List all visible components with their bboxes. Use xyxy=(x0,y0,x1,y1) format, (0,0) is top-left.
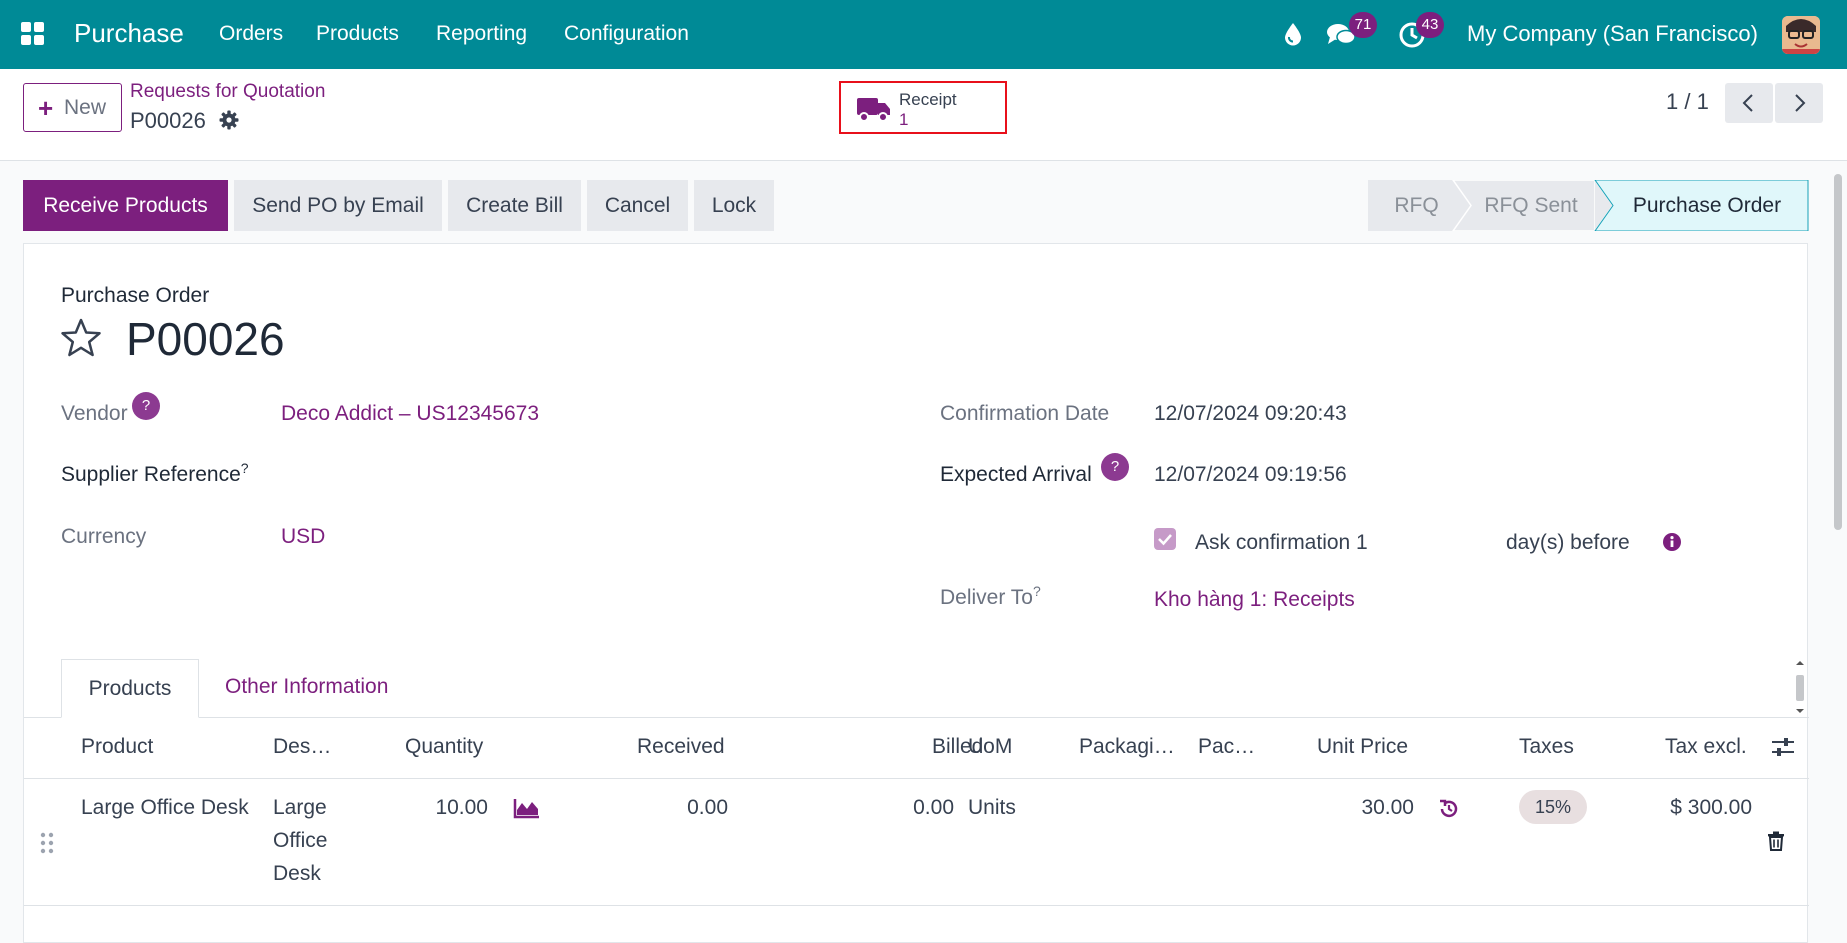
form-sheet: Purchase Order P00026 Vendor ? Deco Addi… xyxy=(23,243,1809,943)
smart-button-value: 1 xyxy=(899,110,909,129)
tab-products[interactable]: Products xyxy=(61,659,199,718)
truck-icon xyxy=(857,98,890,122)
deliver-to-label: Deliver To? xyxy=(940,583,1041,609)
row-product[interactable]: Large Office Desk xyxy=(81,796,249,820)
ask-confirmation-checkbox[interactable] xyxy=(1154,528,1176,550)
expected-arrival-help-icon[interactable]: ? xyxy=(1101,453,1129,481)
column-uom[interactable]: UoM xyxy=(968,735,1012,759)
send-po-email-button[interactable]: Send PO by Email xyxy=(234,180,442,231)
receive-products-button[interactable]: Receive Products xyxy=(23,180,228,231)
deliver-to-help[interactable]: ? xyxy=(1033,583,1041,599)
chevron-left-icon xyxy=(1742,94,1753,112)
supplier-reference-help[interactable]: ? xyxy=(241,460,249,476)
stage-purchase-order[interactable]: Purchase Order xyxy=(1613,194,1801,218)
record-name: P00026 xyxy=(126,313,285,365)
menu-orders[interactable]: Orders xyxy=(219,22,283,46)
row-received[interactable]: 0.00 xyxy=(624,796,728,820)
price-history-icon[interactable] xyxy=(1438,798,1460,820)
column-unit-price[interactable]: Unit Price xyxy=(1317,735,1408,759)
tab-scrollbar[interactable] xyxy=(1793,659,1807,717)
lock-button[interactable]: Lock xyxy=(694,180,774,231)
star-icon[interactable] xyxy=(60,318,102,358)
plus-icon: + xyxy=(38,93,54,123)
new-button[interactable]: + New xyxy=(23,83,122,132)
cancel-button[interactable]: Cancel xyxy=(587,180,688,231)
activities-badge: 43 xyxy=(1416,12,1444,38)
row-unit-price[interactable]: 30.00 xyxy=(1254,796,1414,820)
checkmark-icon xyxy=(1158,534,1172,546)
supplier-reference-label: Supplier Reference? xyxy=(61,460,249,486)
column-tax-excl[interactable]: Tax excl. xyxy=(1665,735,1747,759)
pager-next-button[interactable] xyxy=(1775,83,1823,123)
gear-icon[interactable] xyxy=(219,110,239,130)
trash-icon[interactable] xyxy=(1767,831,1785,851)
top-navbar: Purchase Orders Products Reporting Confi… xyxy=(0,0,1847,69)
row-description-line-2[interactable]: Office xyxy=(273,829,327,853)
row-description-line-3[interactable]: Desk xyxy=(273,862,321,886)
drag-handle-icon[interactable] xyxy=(39,831,55,855)
pager-value[interactable]: 1 / 1 xyxy=(1666,89,1709,115)
column-packaging[interactable]: Packagi… xyxy=(1079,735,1175,759)
apps-menu-icon[interactable] xyxy=(21,22,45,46)
company-switcher[interactable]: My Company (San Francisco) xyxy=(1467,21,1758,47)
pager-previous-button[interactable] xyxy=(1725,83,1773,123)
breadcrumb-current: P00026 xyxy=(130,108,206,133)
column-product[interactable]: Product xyxy=(81,735,153,759)
vendor-help-icon[interactable]: ? xyxy=(132,392,160,420)
stage-rfq-sent[interactable]: RFQ Sent xyxy=(1473,194,1589,218)
user-avatar[interactable] xyxy=(1782,16,1820,54)
row-tax-badge[interactable]: 15% xyxy=(1519,790,1587,824)
vendor-field[interactable]: Deco Addict – US12345673 xyxy=(281,402,539,426)
messages-badge: 71 xyxy=(1349,12,1377,38)
page-scrollbar-thumb[interactable] xyxy=(1834,174,1842,530)
column-description[interactable]: Des… xyxy=(273,735,331,759)
deliver-to-field[interactable]: Kho hàng 1: Receipts xyxy=(1154,588,1355,612)
receipt-smart-button[interactable]: Receipt 1 xyxy=(839,81,1007,134)
forecast-chart-icon[interactable] xyxy=(513,797,541,819)
row-tax-excl: $ 300.00 xyxy=(1670,796,1752,819)
confirmation-date-field[interactable]: 12/07/2024 09:20:43 xyxy=(1154,402,1347,426)
menu-reporting[interactable]: Reporting xyxy=(436,22,527,46)
optional-columns-icon[interactable] xyxy=(1771,736,1795,758)
row-description-line-1[interactable]: Large xyxy=(273,796,327,820)
column-received[interactable]: Received xyxy=(637,735,725,759)
confirmation-date-label: Confirmation Date xyxy=(940,402,1110,425)
row-billed[interactable]: 0.00 xyxy=(844,796,954,820)
currency-field[interactable]: USD xyxy=(281,525,325,549)
ask-confirmation-label: Ask confirmation 1 xyxy=(1195,531,1368,554)
expected-arrival-label: Expected Arrival xyxy=(940,463,1092,486)
expected-arrival-field[interactable]: 12/07/2024 09:19:56 xyxy=(1154,463,1347,487)
tabs-divider xyxy=(24,717,1809,718)
form-subtitle: Purchase Order xyxy=(61,284,210,307)
days-before-label: day(s) before xyxy=(1506,531,1630,554)
currency-label: Currency xyxy=(61,525,147,548)
chevron-right-icon xyxy=(1795,94,1806,112)
menu-products[interactable]: Products xyxy=(316,22,399,46)
stage-rfq[interactable]: RFQ xyxy=(1368,194,1465,218)
droplet-icon[interactable] xyxy=(1283,22,1303,46)
create-bill-button[interactable]: Create Bill xyxy=(448,180,581,231)
row-uom[interactable]: Units xyxy=(968,796,1016,820)
tab-other-information[interactable]: Other Information xyxy=(225,675,388,699)
info-icon[interactable] xyxy=(1662,532,1682,552)
breadcrumb-parent[interactable]: Requests for Quotation xyxy=(130,81,325,103)
column-quantity[interactable]: Quantity xyxy=(405,735,483,759)
column-packaging-qty[interactable]: Pac… xyxy=(1198,735,1255,759)
app-brand[interactable]: Purchase xyxy=(74,18,184,49)
smart-button-title: Receipt xyxy=(899,90,957,109)
column-taxes[interactable]: Taxes xyxy=(1519,735,1574,759)
row-divider xyxy=(24,905,1809,906)
row-quantity[interactable]: 10.00 xyxy=(324,796,488,820)
vendor-label: Vendor xyxy=(61,402,128,425)
menu-configuration[interactable]: Configuration xyxy=(564,22,689,46)
